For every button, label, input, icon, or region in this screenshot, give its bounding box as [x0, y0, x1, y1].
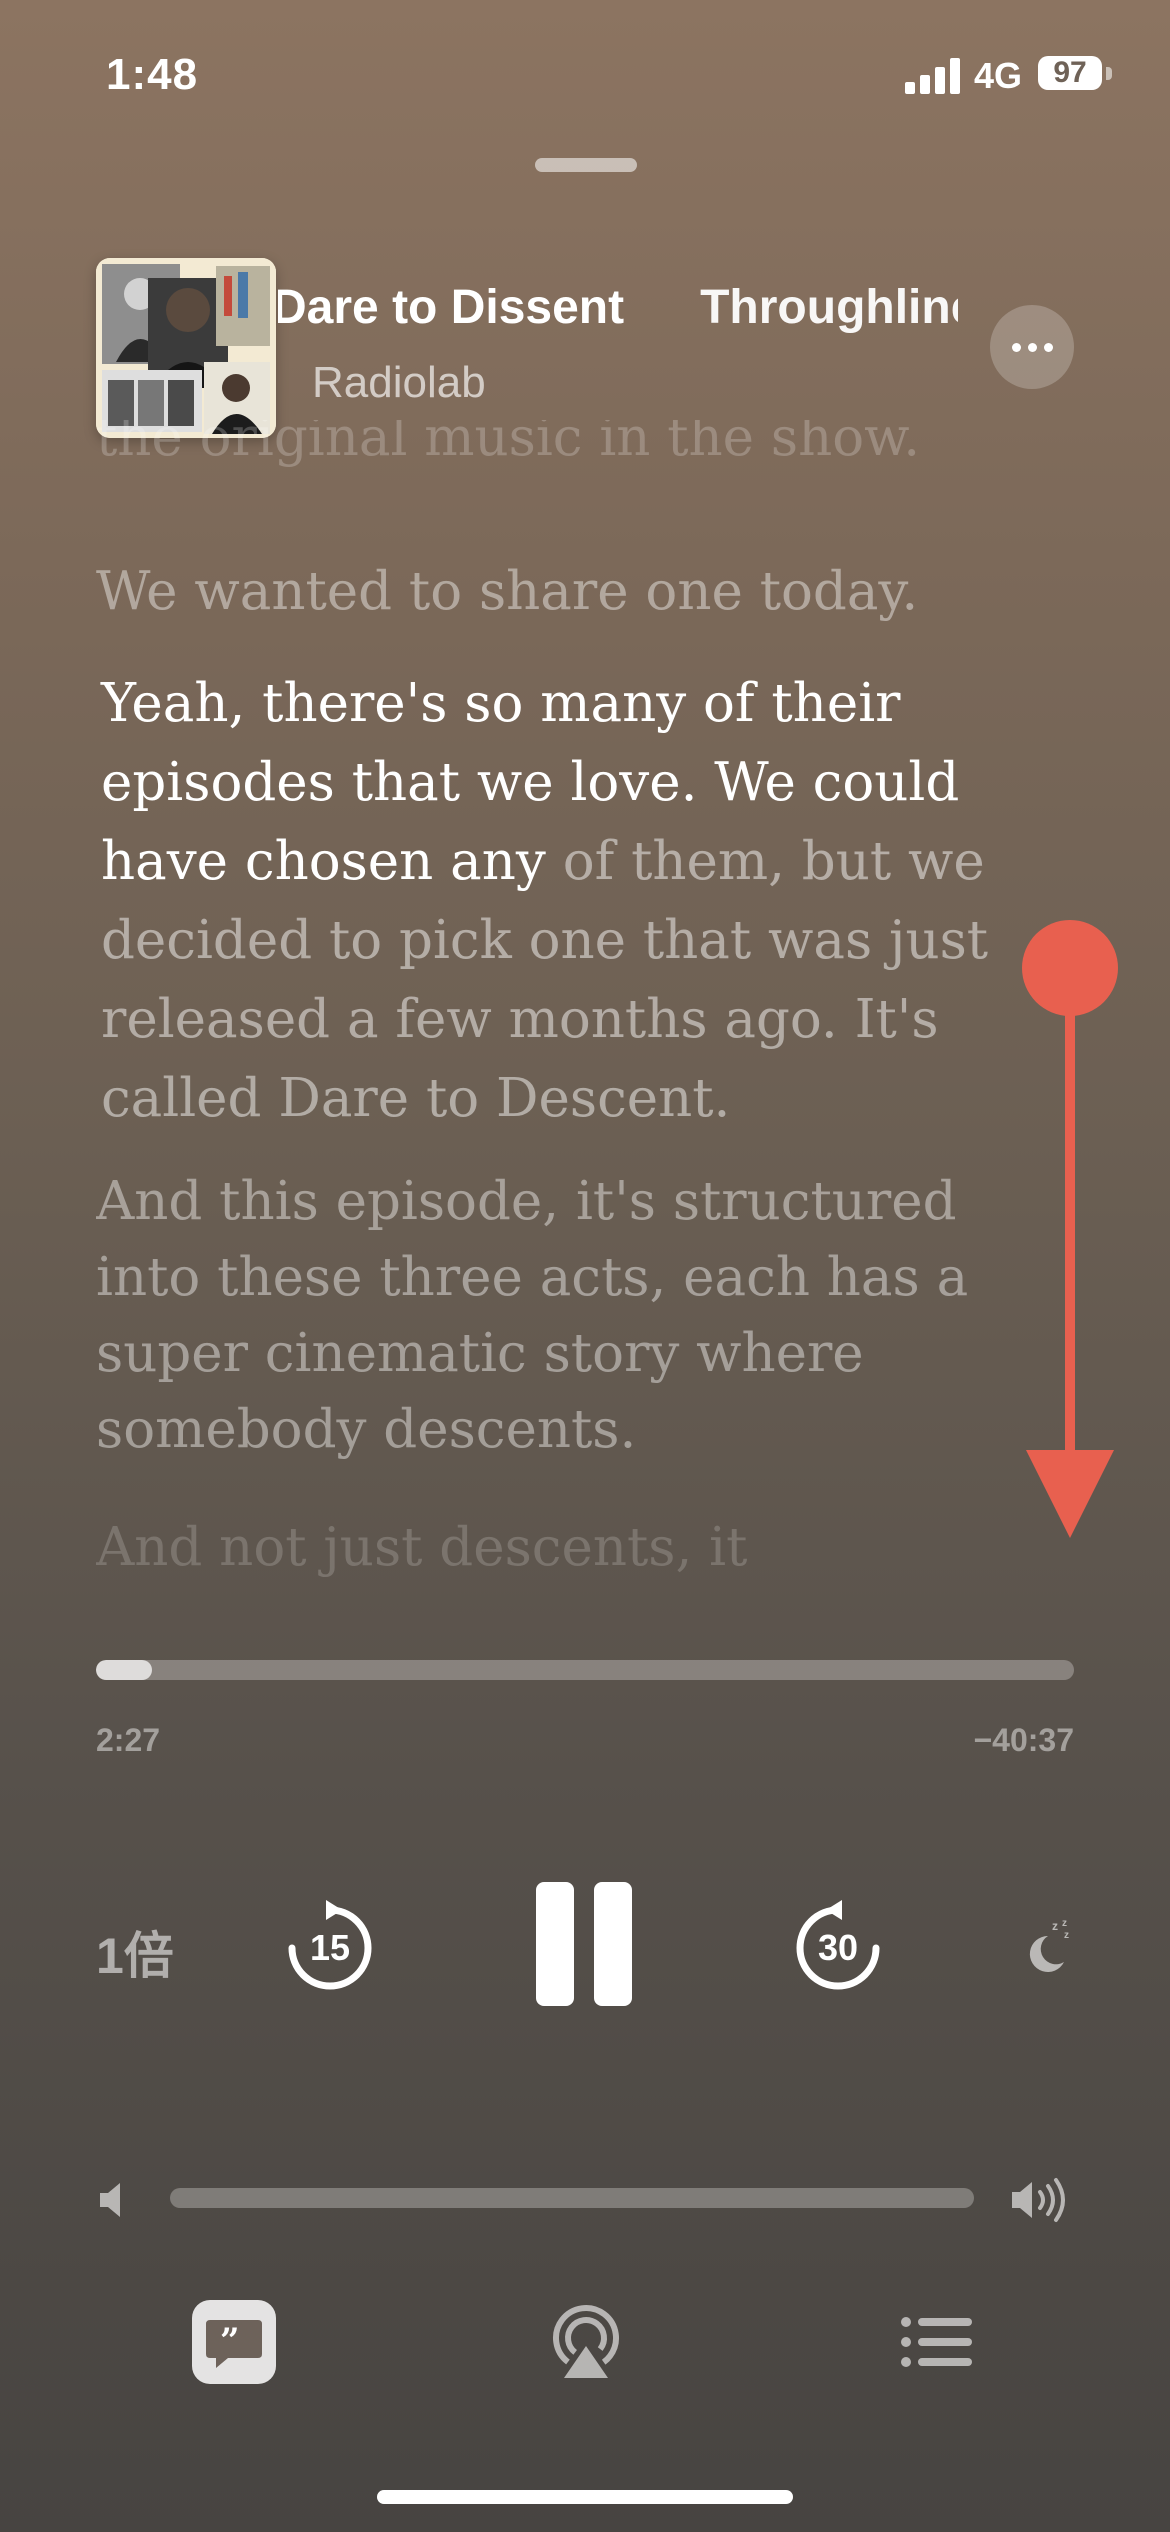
battery-level: 97: [1053, 56, 1087, 89]
playback-scrubber[interactable]: [96, 1660, 1074, 1680]
volume-high-icon: [1012, 2178, 1065, 2222]
transcript-line[interactable]: We wanted to share one today.: [96, 552, 1016, 631]
volume-low-icon: [100, 2183, 120, 2217]
episode-artwork[interactable]: [96, 258, 276, 438]
sheet-grabber[interactable]: [535, 158, 637, 172]
elapsed-time: 2:27: [96, 1722, 161, 1758]
queue-list-icon[interactable]: [900, 2312, 972, 2372]
more-options-button[interactable]: [990, 305, 1074, 389]
transcript-current-line[interactable]: Yeah, there's so many of their episodes …: [101, 664, 1016, 1138]
network-type: 4G: [974, 55, 1023, 96]
moon-zzz-icon: z z z: [1029, 1918, 1069, 1972]
playback-progress-fill: [96, 1660, 152, 1680]
skip-back-seconds: 15: [309, 1927, 351, 1968]
svg-text:”: ”: [220, 2321, 240, 2361]
transcript-line[interactable]: And this episode, it's structured into t…: [96, 1164, 1016, 1468]
transcript-button[interactable]: ”: [192, 2300, 276, 2384]
remaining-time: −40:37: [973, 1722, 1074, 1758]
skip-forward-button[interactable]: 30: [790, 1900, 886, 1996]
sleep-timer-button[interactable]: z z z: [1018, 1916, 1078, 1976]
title-marquee: Dare to Dissent Throughline: [278, 280, 958, 340]
transcript-line[interactable]: the original music in the show.: [96, 420, 1016, 477]
playback-speed-button[interactable]: 1倍: [96, 1916, 174, 1988]
transcript-view[interactable]: the original music in the show. We wante…: [96, 420, 1016, 1590]
skip-back-button[interactable]: 15: [282, 1900, 378, 1996]
pause-button[interactable]: [536, 1882, 632, 2006]
svg-text:z: z: [1052, 1919, 1058, 1933]
episode-title: Dare to Dissent: [278, 281, 625, 334]
status-time: 1:48: [106, 50, 199, 99]
scroll-down-arrow-icon: [1022, 920, 1118, 1538]
quote-bubble-icon: ”: [206, 2320, 262, 2368]
volume-slider[interactable]: [170, 2188, 974, 2208]
battery-icon: 97: [1038, 56, 1102, 90]
show-name[interactable]: Radiolab: [312, 358, 486, 408]
airplay-audio-icon[interactable]: [548, 2304, 624, 2380]
skip-forward-seconds: 30: [817, 1927, 859, 1968]
cellular-signal-icon: [905, 58, 961, 94]
next-episode-title: Throughline: [700, 281, 958, 334]
battery-tip: [1106, 67, 1112, 80]
transcript-line[interactable]: And not just descents, it: [96, 1508, 1016, 1587]
svg-text:z: z: [1062, 1918, 1067, 1929]
home-indicator[interactable]: [377, 2490, 793, 2504]
pause-icon: [536, 1882, 574, 2006]
svg-text:z: z: [1064, 1930, 1069, 1941]
